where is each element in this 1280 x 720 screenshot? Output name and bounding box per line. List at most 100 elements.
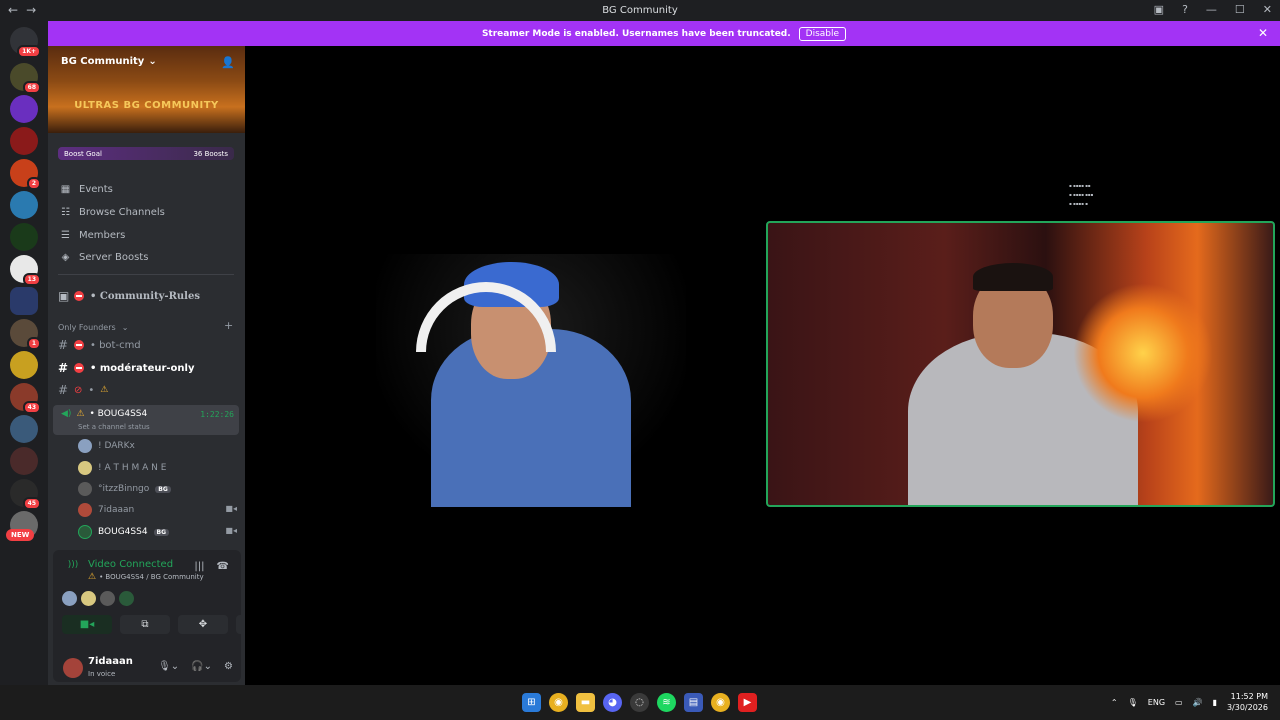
server-icon[interactable] [10,351,38,379]
volume-icon[interactable]: 🔊 [1193,698,1203,707]
speaker-icon: ◀) [61,409,72,419]
disconnect-icon[interactable]: ☎ [217,561,229,572]
activities-button[interactable]: ✥ [178,615,228,634]
server-icon[interactable]: 45 [10,479,41,510]
camera-icon: ■◂ [225,526,237,535]
nav-browse-channels[interactable]: ☷ Browse Channels [60,203,165,221]
connection-location[interactable]: ⚠ • BOUG4SS4 / BG Community [88,572,204,582]
chrome-icon[interactable]: ◉ [549,693,568,712]
server-icon[interactable] [10,223,38,251]
voice-channel-label: • BOUG4SS4 [89,409,148,419]
connection-status[interactable]: Video Connected [88,559,173,570]
boost-goal-bar[interactable]: Boost Goal 36 Boosts [58,147,234,160]
folder-icon[interactable]: ▬ [576,693,595,712]
no-entry-icon [74,340,84,350]
gear-icon[interactable]: ⚙ [224,661,233,672]
category-only-founders[interactable]: Only Founders ⌄ [58,318,128,336]
guild-header[interactable]: BG Community ⌄ 👤 ULTRAS BG COMMUNITY [48,46,245,133]
avatar[interactable] [62,591,77,606]
guild-name[interactable]: BG Community ⌄ [61,56,157,67]
server-icon[interactable]: 68 [10,63,41,94]
folder-icon[interactable] [10,287,38,315]
avatar [78,482,92,496]
server-icon[interactable] [10,447,38,475]
close-button[interactable]: ✕ [1263,3,1272,16]
voice-user-name: °itzzBinngo [98,484,150,494]
noise-suppression-icon[interactable]: ||| [194,561,204,572]
help-icon[interactable]: ? [1182,3,1188,16]
chevron-up-icon[interactable]: ⌃ [1111,698,1118,707]
microphone-icon[interactable]: 🎙 [1128,698,1138,707]
no-entry-icon [74,363,84,373]
server-rail: 1K+ 68 2 13 1 43 45 NEW [0,21,48,685]
add-channel-icon[interactable]: + [224,319,233,332]
start-icon[interactable]: ⊞ [522,693,541,712]
hair [973,263,1053,291]
youtube-icon[interactable]: ▶ [738,693,757,712]
chrome-icon[interactable]: ◉ [711,693,730,712]
server-icon[interactable]: 1 [10,319,41,350]
hash-icon: # [58,338,69,352]
discord-icon[interactable]: ◕ [603,693,622,712]
avatar[interactable] [119,591,134,606]
language-indicator[interactable]: ENG [1148,698,1165,707]
avatar [78,503,92,517]
voice-user[interactable]: ! DARKx [78,438,135,454]
voice-user[interactable]: 7idaaan [78,502,134,518]
server-icon[interactable]: 2 [10,159,41,190]
app-icon[interactable]: ◌ [630,693,649,712]
camera-button[interactable]: ■◂ [62,615,112,634]
new-badge[interactable]: NEW [6,529,35,541]
user-name[interactable]: 7idaaan [88,656,133,667]
avatar[interactable] [100,591,115,606]
chevron-down-icon: ⌄ [148,56,157,67]
window-title: BG Community [602,5,678,16]
channel-bot-cmd[interactable]: # • bot-cmd [58,336,141,354]
server-icon[interactable] [10,127,38,155]
network-icon[interactable]: ▭ [1175,698,1183,707]
signal-icon: ))) [67,560,79,570]
voice-channel-boug4ss4[interactable]: ◀) ⚠ • BOUG4SS4 1:22:26 Set a channel st… [53,405,239,435]
clock[interactable]: 11:52 PM 3/30/2026 [1227,691,1268,713]
banner-close-icon[interactable]: ✕ [1258,26,1268,40]
maximize-button[interactable]: ☐ [1235,3,1245,16]
channel-community-rules[interactable]: ▣ • Community-Rules [58,287,200,305]
channel-sidebar: BG Community ⌄ 👤 ULTRAS BG COMMUNITY Boo… [48,46,286,685]
warning-icon: ⚠ [76,409,85,419]
spotify-icon[interactable]: ≋ [657,693,676,712]
dm-badge: 1K+ [17,45,41,58]
direct-messages-icon[interactable]: 1K+ [10,27,41,58]
avatar[interactable] [63,658,83,678]
voice-user[interactable]: BOUG4SS4 BG [78,524,170,540]
channel-status-prompt[interactable]: Set a channel status [78,423,150,431]
server-icon[interactable] [10,415,38,443]
video-tile-boug4ss4[interactable] [376,254,686,507]
disable-button[interactable]: Disable [798,26,847,41]
headphones-icon[interactable]: 🎧⌄ [191,661,212,672]
screen-share-button[interactable]: ⧉ [120,615,170,634]
server-icon[interactable] [10,95,38,123]
battery-icon[interactable]: ▮ [1213,698,1217,707]
camera-icon: ■◂ [225,504,237,513]
voice-user[interactable]: ! A T H M A N E [78,460,166,476]
avatar[interactable] [81,591,96,606]
add-user-icon[interactable]: 👤 [221,56,235,69]
minimize-button[interactable]: — [1206,3,1217,16]
voice-timer: 1:22:26 [200,410,234,419]
video-tile-7idaaan[interactable] [766,221,1275,507]
nav-server-boosts[interactable]: ◈ Server Boosts [60,248,149,266]
user-status: In voice [88,670,116,678]
server-icon[interactable]: 13 [10,255,41,286]
channel-moderateur-only[interactable]: # • modérateur-only [58,359,194,377]
channel-warning[interactable]: # ⊘ • ⚠ [58,381,108,399]
nav-events[interactable]: ▦ Events [60,180,113,198]
app-icon[interactable]: ▤ [684,693,703,712]
server-icon[interactable] [10,191,38,219]
voice-user[interactable]: °itzzBinngo BG [78,481,171,497]
server-icon[interactable]: 43 [10,383,41,414]
microphone-icon[interactable]: 🎙⌄ [158,661,179,672]
voice-user-name: ! DARKx [98,441,135,451]
connection-controls: ||| ☎ [194,561,229,572]
inbox-icon[interactable]: ▣ [1154,3,1164,16]
nav-members[interactable]: ☰ Members [60,226,125,244]
